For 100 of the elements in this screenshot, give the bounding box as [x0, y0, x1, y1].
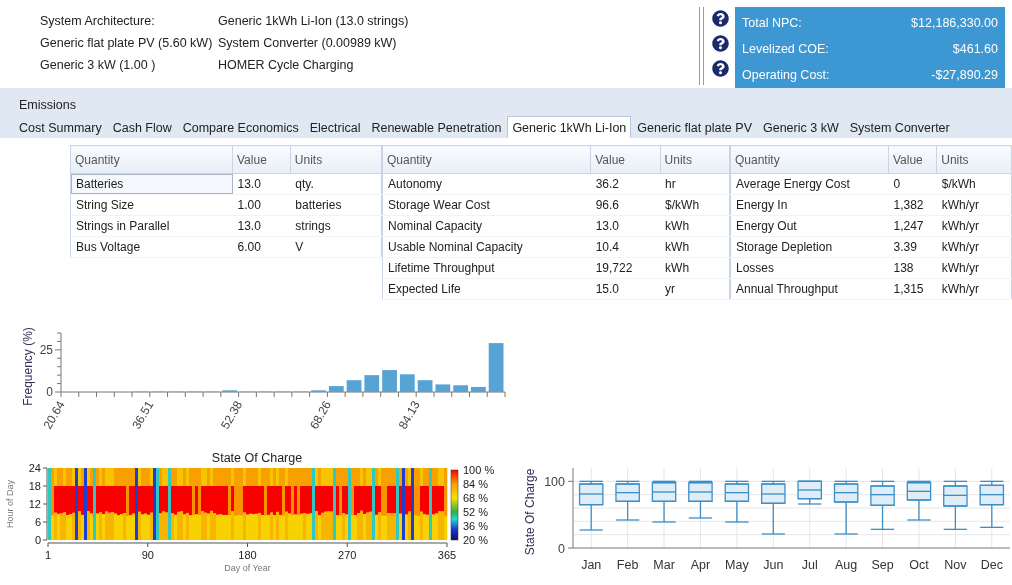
architecture-text: Generic 3 kW (1.00 ): [40, 58, 157, 72]
histogram-bar: [417, 380, 433, 392]
table-cell: Annual Throughput: [730, 278, 889, 300]
table-cell: kWh/yr: [936, 278, 1012, 300]
tab[interactable]: Generic 3 kW: [758, 116, 844, 138]
month-label: Apr: [690, 558, 711, 572]
table-cell: qty.: [290, 173, 382, 195]
month-label: Sep: [871, 558, 894, 572]
cost-value: $461.60: [952, 42, 998, 56]
tab[interactable]: Electrical: [304, 116, 366, 138]
table-cell: $/kWh: [660, 194, 730, 216]
box-whisker: [578, 480, 604, 531]
box-whisker: [615, 480, 640, 521]
table-cell: 36.2: [590, 173, 661, 195]
table-cell: Batteries: [70, 173, 233, 195]
histogram-bar: [399, 374, 415, 392]
architecture-text: System Architecture:: [40, 14, 156, 28]
tab[interactable]: Emissions: [14, 93, 81, 115]
table-cell: Storage Wear Cost: [382, 194, 591, 216]
column-header: Units: [660, 145, 730, 174]
month-label: May: [725, 558, 749, 572]
help-icon[interactable]: [712, 60, 729, 77]
table-cell: 19,722: [590, 257, 661, 279]
axis-title: Day of Year: [224, 563, 271, 573]
color-scale-bar: [450, 469, 459, 541]
month-label: Aug: [835, 558, 858, 572]
tick-label: 6: [34, 516, 41, 528]
scale-label: 36 %: [463, 520, 489, 532]
tick-label: 180: [238, 549, 257, 561]
chart-title: State Of Charge: [211, 451, 303, 465]
table-cell: 13.0: [232, 215, 291, 237]
architecture-text: Generic 1kWh Li-Ion (13.0 strings): [218, 14, 409, 28]
tab[interactable]: Renewable Penetration: [366, 116, 507, 138]
month-label: Jun: [763, 558, 784, 572]
tick-label: 90: [141, 549, 154, 561]
table-cell: batteries: [290, 194, 382, 216]
column-header: Quantity: [730, 145, 889, 174]
tab[interactable]: Cash Flow: [107, 116, 177, 138]
table-cell: 13.0: [590, 215, 661, 237]
month-label: Jul: [801, 558, 818, 572]
month-label: Mar: [653, 558, 675, 572]
tab[interactable]: Compare Economics: [177, 116, 304, 138]
histogram-bar: [453, 385, 468, 392]
table-cell: 10.4: [590, 236, 661, 258]
table-cell: Usable Nominal Capacity: [382, 236, 591, 258]
scale-label: 20 %: [463, 534, 489, 546]
scale-label: 84 %: [463, 478, 489, 490]
table-cell: 1,382: [888, 194, 937, 216]
tick-label: 0: [34, 534, 41, 546]
table-cell: Energy In: [730, 194, 889, 216]
table-cell: 1,315: [888, 278, 937, 300]
table-cell: $/kWh: [936, 173, 1012, 195]
cost-value: $12,186,330.00: [911, 16, 998, 30]
tick-label: 24: [28, 462, 41, 474]
tick-label: 270: [338, 549, 357, 561]
column-header: Quantity: [382, 145, 591, 174]
tab[interactable]: Generic flat plate PV: [632, 116, 757, 138]
cost-label: Levelized COE:: [742, 42, 829, 56]
axis-title: Hour of Day: [5, 480, 15, 528]
tick-label: 1: [44, 549, 52, 561]
cost-label: Total NPC:: [742, 16, 802, 30]
tab[interactable]: System Converter: [844, 116, 955, 138]
column-header: Value: [590, 145, 661, 174]
column-header: Units: [936, 145, 1012, 174]
histogram-bar: [346, 380, 362, 392]
box-whisker: [943, 480, 968, 530]
histogram-bar: [435, 384, 451, 392]
table-cell: Nominal Capacity: [382, 215, 591, 237]
scale-label: 100 %: [463, 464, 495, 476]
y-axis: [54, 332, 62, 393]
table-cell: 96.6: [590, 194, 661, 216]
box-whisker: [833, 480, 859, 535]
table-cell: yr: [660, 278, 730, 300]
column-header: Units: [290, 145, 382, 174]
table-cell: Losses: [730, 257, 889, 279]
table-cell: kWh: [660, 215, 730, 237]
month-label: Jan: [581, 558, 602, 572]
cost-label: Operating Cost:: [742, 68, 830, 82]
help-icon[interactable]: [712, 35, 729, 52]
table-cell: 13.0: [232, 173, 291, 195]
table-cell: strings: [290, 215, 382, 237]
column-header: Value: [232, 145, 291, 174]
histogram-bar: [488, 343, 504, 392]
tab[interactable]: Generic 1kWh Li-Ion: [507, 116, 632, 138]
axis-title: Frequency (%): [21, 327, 35, 406]
month-label: Dec: [980, 558, 1003, 572]
table-cell: kWh/yr: [936, 215, 1012, 237]
box-whisker: [906, 480, 932, 521]
tick-label: 100: [544, 475, 565, 490]
table-cell: Expected Life: [382, 278, 591, 300]
tab[interactable]: Cost Summary: [14, 116, 107, 138]
table-cell: 15.0: [590, 278, 661, 300]
tick-label: 18: [28, 480, 41, 492]
table-cell: kWh: [660, 236, 730, 258]
table-cell: Average Energy Cost: [730, 173, 889, 195]
table-cell: kWh: [660, 257, 730, 279]
box-whisker: [870, 480, 895, 530]
architecture-text: System Converter (0.00989 kW): [218, 36, 398, 50]
help-icon[interactable]: [712, 10, 729, 27]
table-cell: Lifetime Throughput: [382, 257, 591, 279]
